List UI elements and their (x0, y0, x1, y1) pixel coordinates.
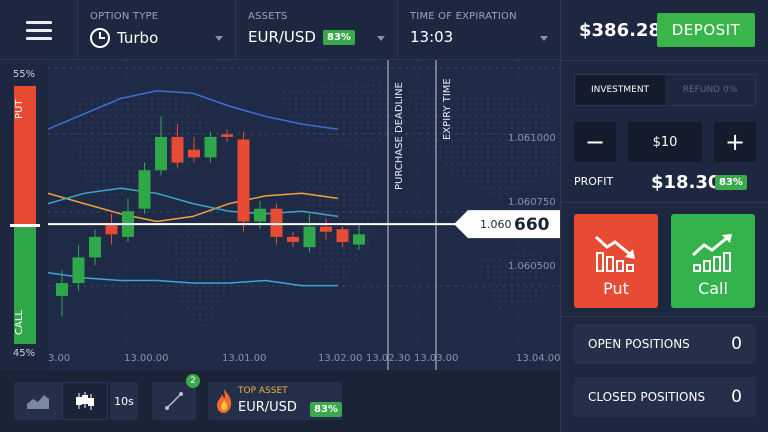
candlestick-icon (76, 392, 94, 410)
chevron-down-icon (215, 36, 223, 41)
candle-body (56, 283, 68, 296)
ratio-divider (10, 224, 40, 227)
current-price-small: 1.060 (480, 218, 512, 231)
candle-body (105, 224, 118, 235)
asset-payout-badge: 83% (322, 29, 355, 45)
current-price-tag: 1.060 660 (454, 210, 560, 239)
top-asset-payout-badge: 83% (310, 402, 342, 417)
drawing-count-badge: 2 (186, 374, 200, 388)
profit-percent-badge: 83% (715, 175, 747, 190)
candle-body (72, 257, 85, 284)
candle-body (221, 134, 233, 137)
clock-icon (90, 28, 110, 48)
chevron-down-icon (377, 36, 385, 41)
area-chart-icon (27, 395, 49, 409)
x-tick-label: 13.02.00 (318, 353, 363, 364)
candle-body (155, 136, 167, 171)
chart-type-candles-button[interactable] (62, 382, 108, 420)
current-price-big: 660 (514, 215, 550, 235)
decrease-amount-button[interactable]: − (574, 122, 616, 162)
candle-body (320, 226, 332, 232)
put-button[interactable]: Put (574, 214, 658, 308)
y-tick-label: 1.060500 (508, 261, 556, 272)
candle-body (204, 136, 217, 158)
trend-up-icon (691, 234, 732, 272)
drawing-tools-button[interactable]: 2 (152, 374, 200, 420)
x-axis-ticks: 3.0013.00.0013.01.0013.02.0013.02.3013.0… (48, 353, 560, 364)
call-button-label: Call (698, 279, 728, 298)
option-type-selector[interactable]: OPTION TYPE Turbo (78, 0, 236, 60)
open-positions-count: 0 (731, 334, 742, 354)
price-chart[interactable]: 1.061000 1.060750 1.060500 3.00 13.00.00 13.… (48, 60, 560, 370)
top-asset-symbol: EUR/USD (238, 400, 297, 415)
candle-body (171, 136, 184, 163)
candle-body (89, 236, 101, 258)
top-asset-card[interactable]: TOP ASSET EUR/USD 83% (208, 382, 342, 420)
x-tick-label: 13.00.00 (124, 353, 169, 364)
option-type-label: OPTION TYPE (90, 11, 159, 22)
profit-label: PROFIT (574, 175, 614, 188)
profit-value: $18.30 (651, 172, 721, 193)
candle-body (303, 226, 316, 248)
candle-body (336, 229, 349, 243)
increase-amount-button[interactable]: + (714, 122, 756, 162)
put-call-ratio-bar: 55% PUT CALL 45% (0, 60, 48, 370)
investment-amount-input[interactable]: $10 (628, 122, 702, 162)
trend-down-icon (594, 235, 635, 272)
account-balance: $386.28 (579, 20, 661, 41)
y-tick-label: 1.060750 (508, 197, 556, 208)
tab-refund[interactable]: REFUND 0% (665, 75, 755, 105)
candle-body (237, 139, 250, 222)
expiration-selector[interactable]: TIME OF EXPIRATION 13:03 (398, 0, 560, 60)
candle-body (188, 149, 200, 158)
trendline-icon (165, 392, 183, 410)
asset-selector[interactable]: ASSETS EUR/USD 83% (236, 0, 398, 60)
x-tick-label: 13.04.00 (516, 353, 560, 364)
open-positions-button[interactable]: OPEN POSITIONS 0 (574, 324, 756, 364)
call-ratio-label: CALL (14, 310, 25, 336)
assets-label: ASSETS (248, 11, 288, 22)
expiry-time-label: EXPIRY TIME (442, 78, 453, 140)
chart-type-area-button[interactable] (14, 382, 62, 420)
x-tick-label: 13.01.00 (222, 353, 267, 364)
candle-body (353, 234, 365, 245)
open-positions-label: OPEN POSITIONS (588, 337, 690, 351)
divider (561, 60, 768, 61)
expiration-label: TIME OF EXPIRATION (410, 11, 517, 22)
bottom-toolbar: 10s 2 TOP ASSET EUR/USD 83% (0, 370, 560, 432)
deposit-button[interactable]: DEPOSIT (657, 13, 755, 47)
trade-panel: $386.28 DEPOSIT INVESTMENT REFUND 0% − $… (560, 0, 768, 432)
put-button-label: Put (603, 279, 629, 298)
option-type-value: Turbo (117, 29, 159, 47)
call-percentage: 45% (12, 348, 36, 359)
candle-body (254, 208, 266, 222)
closed-positions-button[interactable]: CLOSED POSITIONS 0 (574, 377, 756, 417)
closed-positions-label: CLOSED POSITIONS (588, 390, 706, 404)
closed-positions-count: 0 (731, 387, 742, 407)
put-percentage: 55% (12, 69, 36, 80)
menu-button[interactable] (0, 0, 78, 60)
asset-value: EUR/USD (248, 28, 316, 46)
purchase-deadline-label: PURCHASE DEADLINE (394, 82, 405, 190)
candle-body (287, 236, 299, 243)
divider (561, 316, 768, 317)
top-asset-label: TOP ASSET (238, 386, 288, 396)
chevron-down-icon (540, 36, 548, 41)
y-tick-label: 1.061000 (508, 133, 556, 144)
candle-body (270, 208, 283, 237)
divider (561, 202, 768, 203)
expiration-value: 13:03 (410, 28, 454, 46)
tab-investment[interactable]: INVESTMENT (575, 75, 665, 105)
candle-body (138, 170, 151, 209)
interval-selector[interactable]: 10s (110, 382, 138, 420)
x-tick-label: 3.00 (48, 353, 70, 364)
put-ratio-label: PUT (14, 99, 25, 119)
top-bar: OPTION TYPE Turbo ASSETS EUR/USD 83% TIM… (0, 0, 560, 60)
chart-canvas[interactable]: 1.061000 1.060750 1.060500 3.00 13.00.00 13.… (48, 60, 560, 370)
call-button[interactable]: Call (671, 214, 755, 308)
hamburger-menu-icon (25, 16, 52, 45)
investment-tabs: INVESTMENT REFUND 0% (574, 74, 756, 106)
flame-icon (217, 389, 232, 413)
